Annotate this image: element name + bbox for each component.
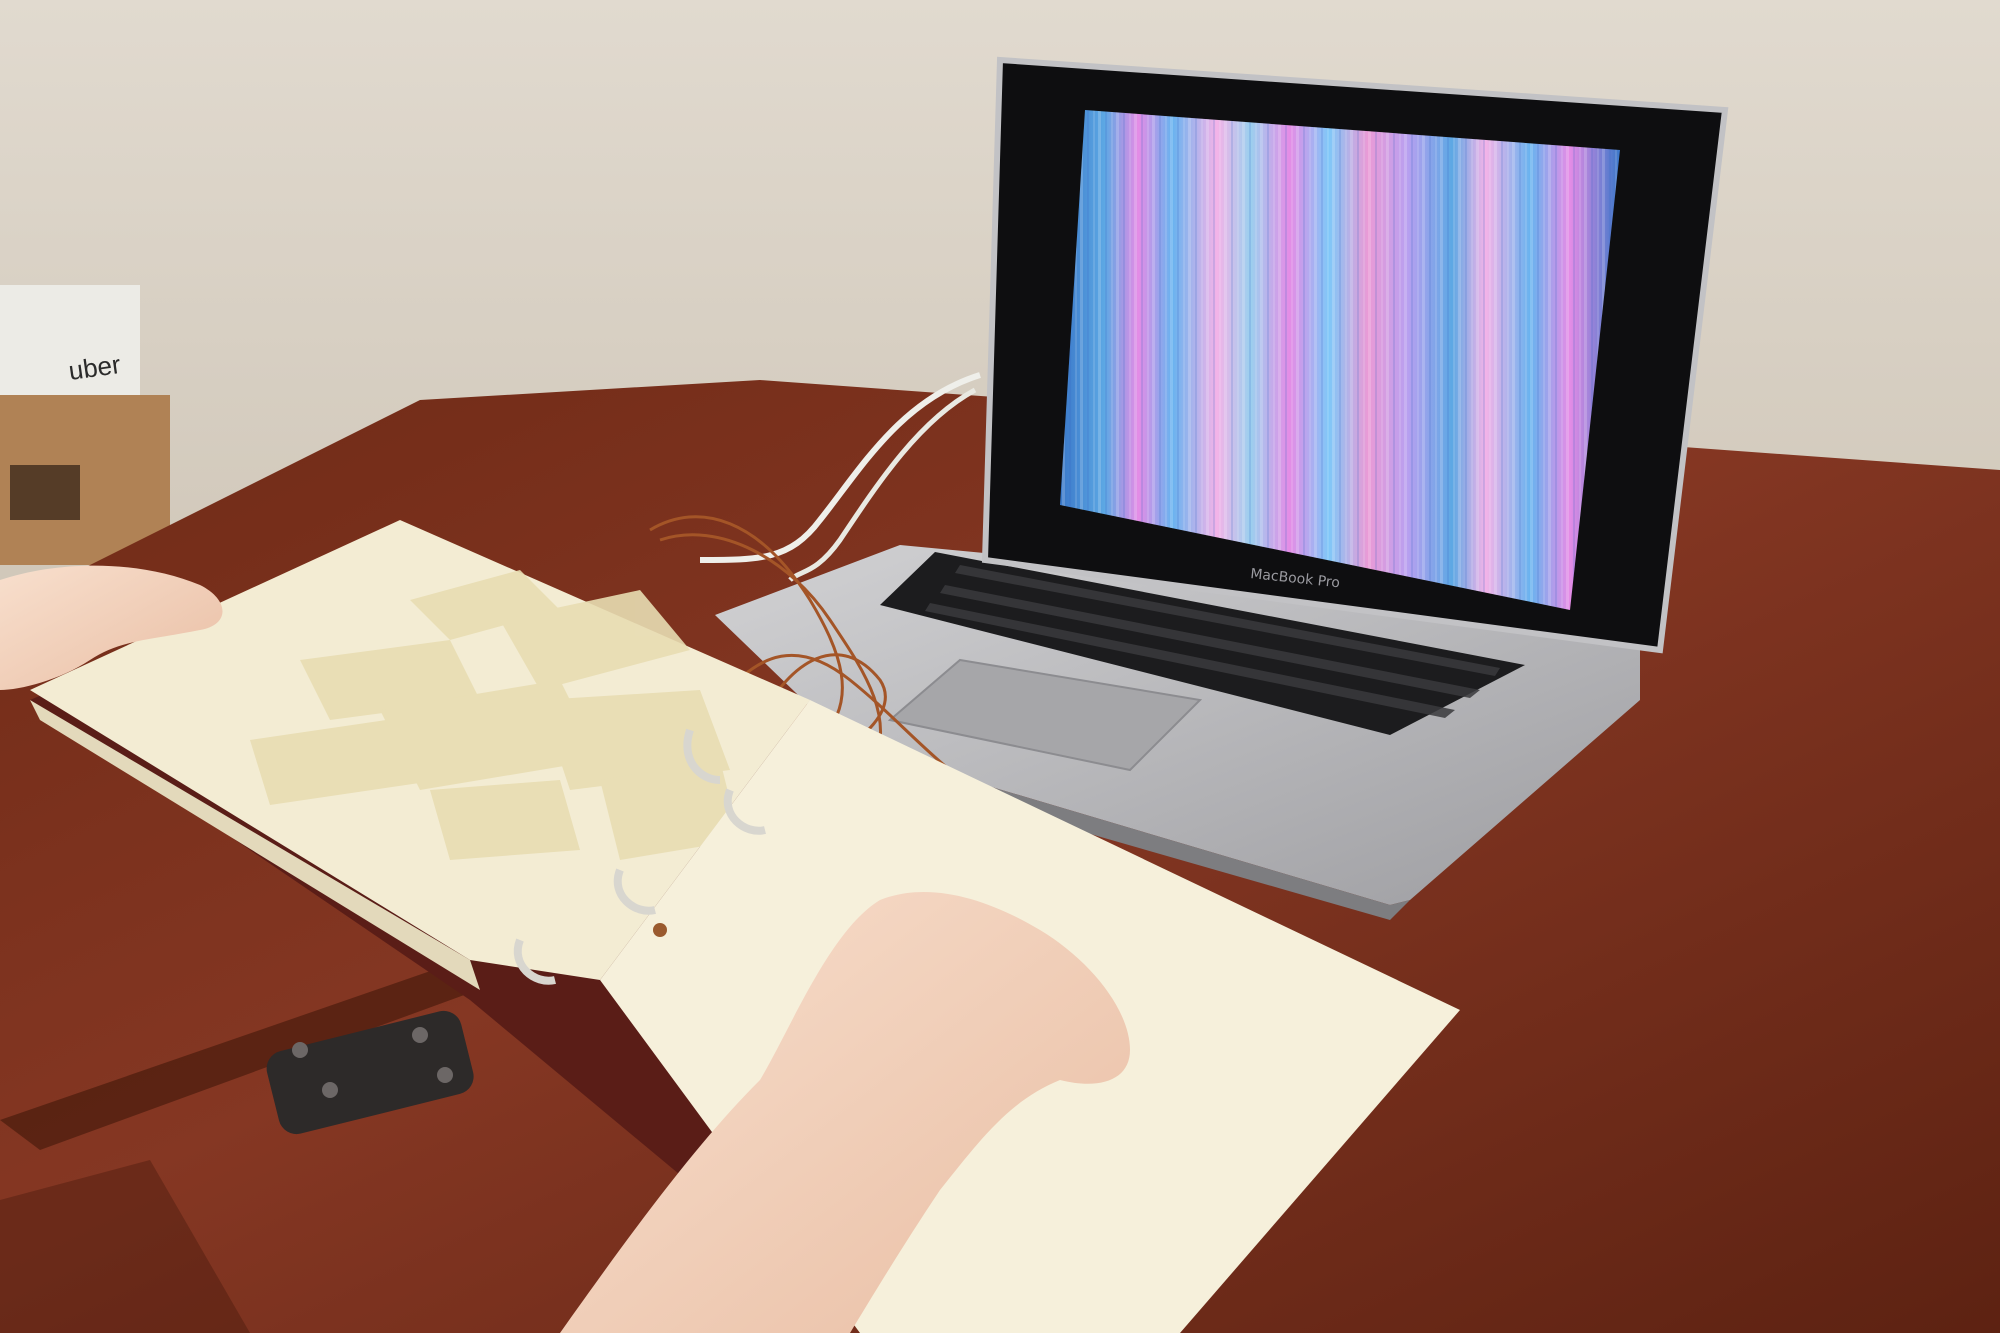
photo-scene: uber MacBook Pro <box>0 0 2000 1333</box>
page-dot <box>653 923 667 937</box>
